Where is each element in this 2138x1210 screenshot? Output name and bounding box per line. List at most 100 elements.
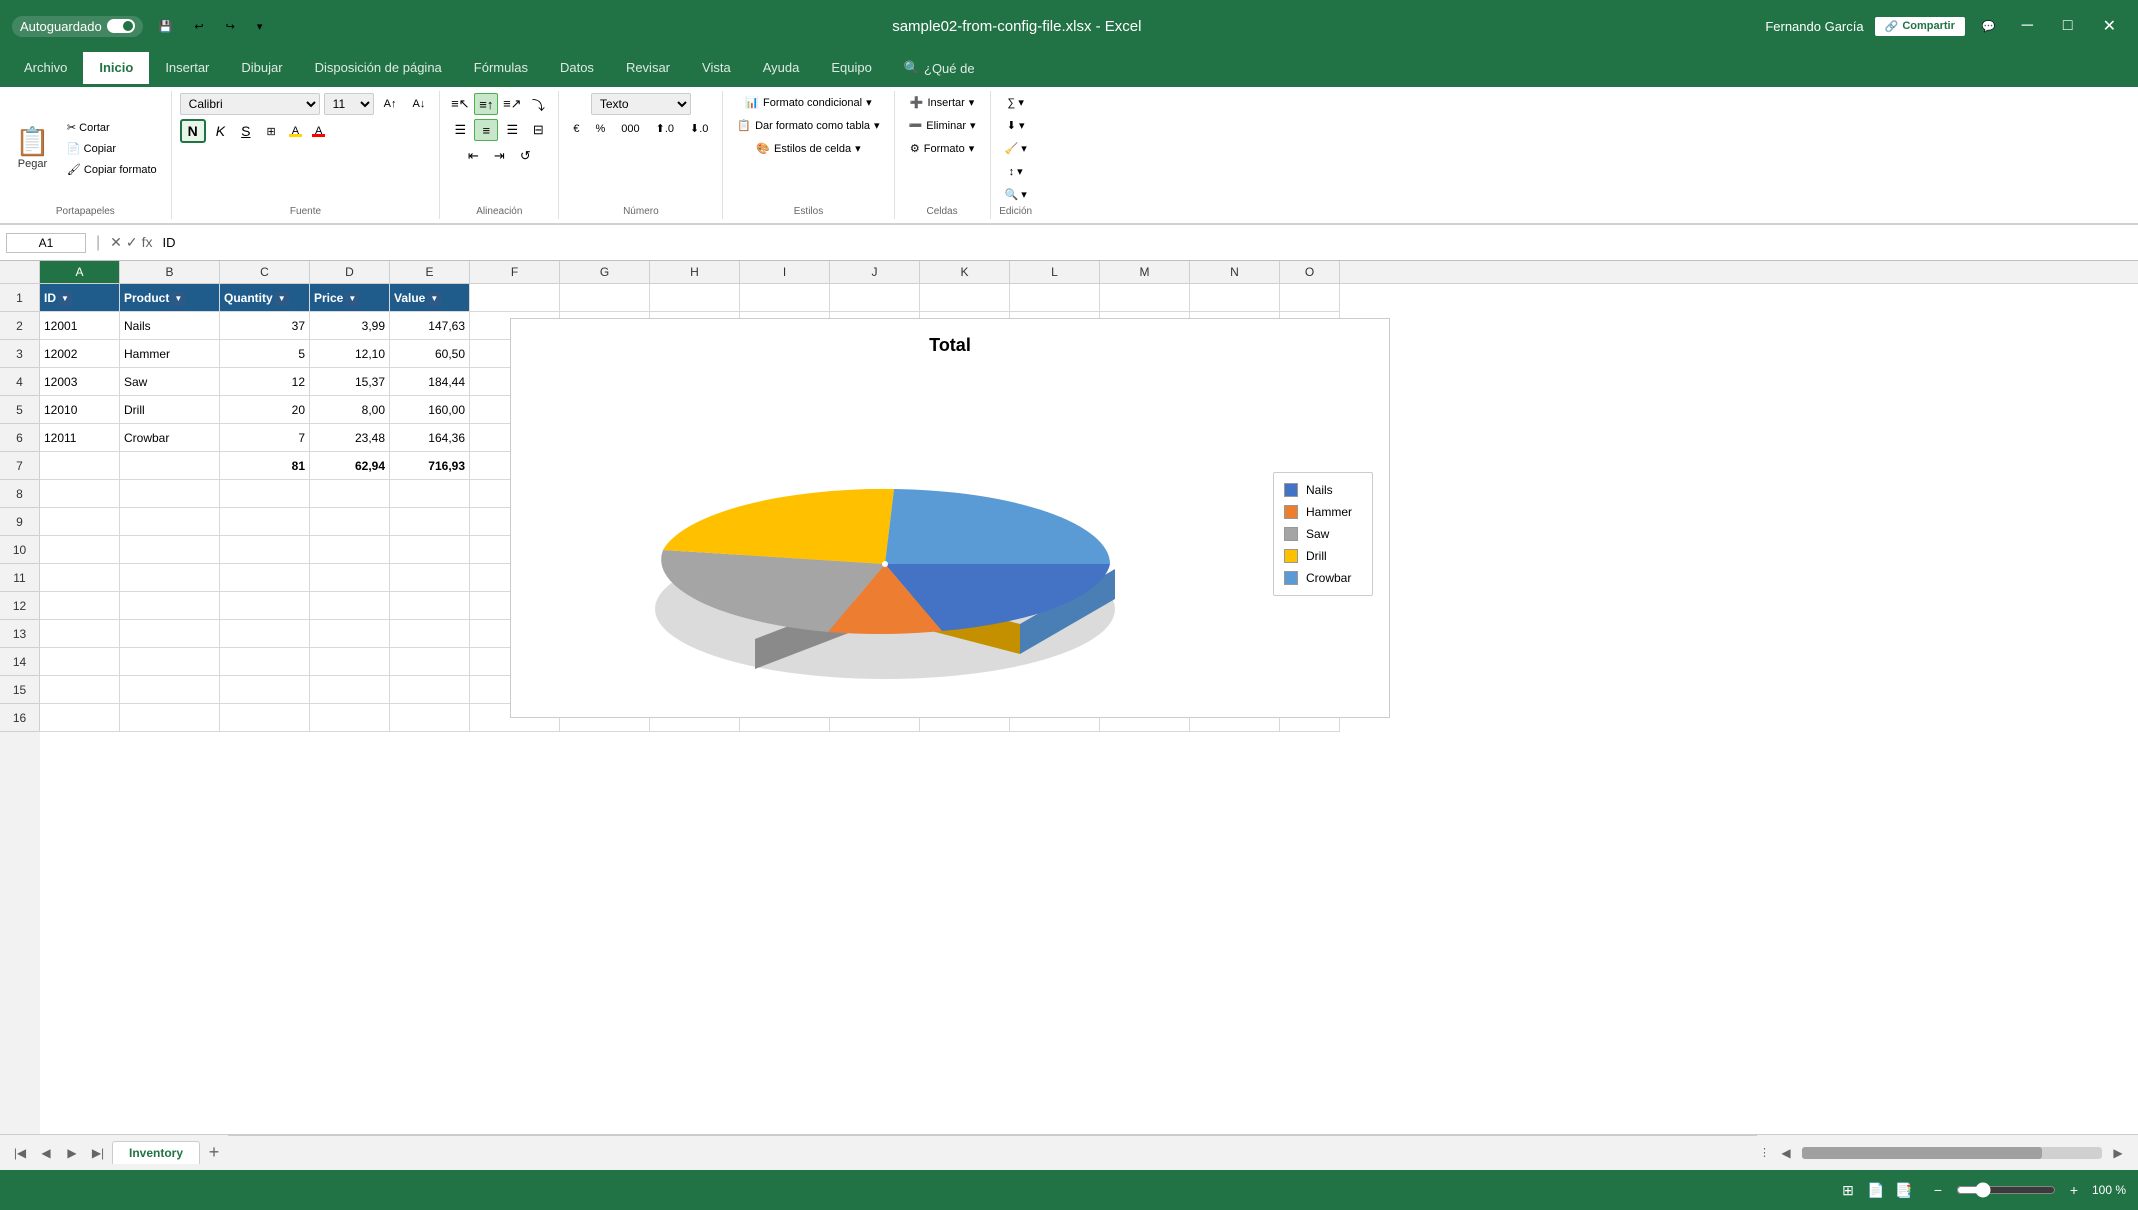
cell-C15[interactable] [220, 676, 310, 704]
tab-datos[interactable]: Datos [544, 52, 610, 87]
row-num-13[interactable]: 13 [0, 620, 40, 648]
cell-E11[interactable] [390, 564, 470, 592]
cell-E2[interactable]: 147,63 [390, 312, 470, 340]
align-top-right-button[interactable]: ≡↗ [500, 93, 524, 115]
cell-D1[interactable]: Price▼ [310, 284, 390, 312]
cell-B8[interactable] [120, 480, 220, 508]
row-num-12[interactable]: 12 [0, 592, 40, 620]
sort-button[interactable]: ↕ ▾ [1003, 162, 1029, 181]
cell-L1[interactable] [1010, 284, 1100, 312]
col-header-i[interactable]: I [740, 261, 830, 283]
cell-D14[interactable] [310, 648, 390, 676]
cell-I1[interactable] [740, 284, 830, 312]
cell-D10[interactable] [310, 536, 390, 564]
row-num-15[interactable]: 15 [0, 676, 40, 704]
cell-M1[interactable] [1100, 284, 1190, 312]
cell-E9[interactable] [390, 508, 470, 536]
zoom-slider[interactable] [1956, 1182, 2056, 1198]
cell-B9[interactable] [120, 508, 220, 536]
cell-D6[interactable]: 23,48 [310, 424, 390, 452]
italic-button[interactable]: K [210, 120, 231, 142]
tab-archivo[interactable]: Archivo [8, 52, 83, 87]
col-header-j[interactable]: J [830, 261, 920, 283]
col-header-d[interactable]: D [310, 261, 390, 283]
cell-F1[interactable] [470, 284, 560, 312]
row-num-9[interactable]: 9 [0, 508, 40, 536]
col-header-h[interactable]: H [650, 261, 740, 283]
tab-insertar[interactable]: Insertar [149, 52, 225, 87]
cell-C10[interactable] [220, 536, 310, 564]
col-header-l[interactable]: L [1010, 261, 1100, 283]
row-num-5[interactable]: 5 [0, 396, 40, 424]
tab-inicio[interactable]: Inicio [83, 52, 149, 87]
thousands-button[interactable]: 000 [615, 120, 645, 138]
format-as-table-button[interactable]: 📋 Dar formato como tabla ▾ [731, 116, 885, 135]
hscroll-right[interactable]: ▶ [2106, 1141, 2130, 1165]
sheet-tab-inventory[interactable]: Inventory [112, 1141, 200, 1164]
cell-A14[interactable] [40, 648, 120, 676]
cell-B7[interactable] [120, 452, 220, 480]
cell-C4[interactable]: 12 [220, 368, 310, 396]
col-header-n[interactable]: N [1190, 261, 1280, 283]
percent-button[interactable]: % [589, 120, 611, 138]
cell-D15[interactable] [310, 676, 390, 704]
cell-O1[interactable] [1280, 284, 1340, 312]
cell-E8[interactable] [390, 480, 470, 508]
filter-arrow-A[interactable]: ▼ [58, 292, 72, 306]
cell-A3[interactable]: 12002 [40, 340, 120, 368]
number-format-select[interactable]: Texto General Número [591, 93, 691, 115]
find-button[interactable]: 🔍 ▾ [999, 185, 1033, 204]
hscroll-thumb[interactable] [1802, 1147, 2042, 1159]
cell-B16[interactable] [120, 704, 220, 732]
cell-D13[interactable] [310, 620, 390, 648]
row-num-10[interactable]: 10 [0, 536, 40, 564]
col-header-c[interactable]: C [220, 261, 310, 283]
formula-input[interactable] [159, 233, 2132, 252]
cell-B13[interactable] [120, 620, 220, 648]
cell-B11[interactable] [120, 564, 220, 592]
cell-E15[interactable] [390, 676, 470, 704]
cell-C12[interactable] [220, 592, 310, 620]
cell-D4[interactable]: 15,37 [310, 368, 390, 396]
align-center-button[interactable]: ≡ [474, 119, 498, 141]
insert-button[interactable]: ➕ Insertar ▾ [904, 93, 981, 112]
cell-A9[interactable] [40, 508, 120, 536]
tab-vista[interactable]: Vista [686, 52, 747, 87]
cell-C13[interactable] [220, 620, 310, 648]
text-rotate-button[interactable]: ↺ [513, 145, 537, 167]
cell-C1[interactable]: Quantity▼ [220, 284, 310, 312]
font-select[interactable]: Calibri [180, 93, 320, 115]
font-color-button[interactable]: A [309, 122, 328, 140]
delete-button[interactable]: ➖ Eliminar ▾ [903, 116, 982, 135]
cell-C7[interactable]: 81 [220, 452, 310, 480]
cell-E5[interactable]: 160,00 [390, 396, 470, 424]
currency-button[interactable]: € [567, 120, 585, 138]
zoom-in-button[interactable]: + [2062, 1178, 2086, 1202]
row-num-14[interactable]: 14 [0, 648, 40, 676]
zoom-out-button[interactable]: − [1926, 1178, 1950, 1202]
cell-A13[interactable] [40, 620, 120, 648]
cell-E12[interactable] [390, 592, 470, 620]
cell-E4[interactable]: 184,44 [390, 368, 470, 396]
customize-qat-button[interactable]: ▾ [251, 17, 269, 36]
tab-quede[interactable]: 🔍 ¿Qué de [888, 52, 991, 87]
bold-button[interactable]: N [180, 119, 206, 143]
tab-revisar[interactable]: Revisar [610, 52, 686, 87]
cell-C5[interactable]: 20 [220, 396, 310, 424]
decimal-increase-button[interactable]: ⬆.0 [650, 119, 680, 138]
copy-button[interactable]: 📄 Copiar [61, 139, 163, 158]
name-box[interactable] [6, 233, 86, 253]
cell-E16[interactable] [390, 704, 470, 732]
cell-A8[interactable] [40, 480, 120, 508]
close-button[interactable]: ✕ [2093, 12, 2126, 40]
tab-disposicion[interactable]: Disposición de página [299, 52, 458, 87]
cell-G1[interactable] [560, 284, 650, 312]
tab-equipo[interactable]: Equipo [815, 52, 887, 87]
cell-C6[interactable]: 7 [220, 424, 310, 452]
cell-N1[interactable] [1190, 284, 1280, 312]
sheet-nav-first[interactable]: |◀ [8, 1141, 32, 1165]
cell-A6[interactable]: 12011 [40, 424, 120, 452]
hscroll-left[interactable]: ◀ [1774, 1141, 1798, 1165]
increase-font-button[interactable]: A↑ [378, 95, 403, 113]
cell-D5[interactable]: 8,00 [310, 396, 390, 424]
